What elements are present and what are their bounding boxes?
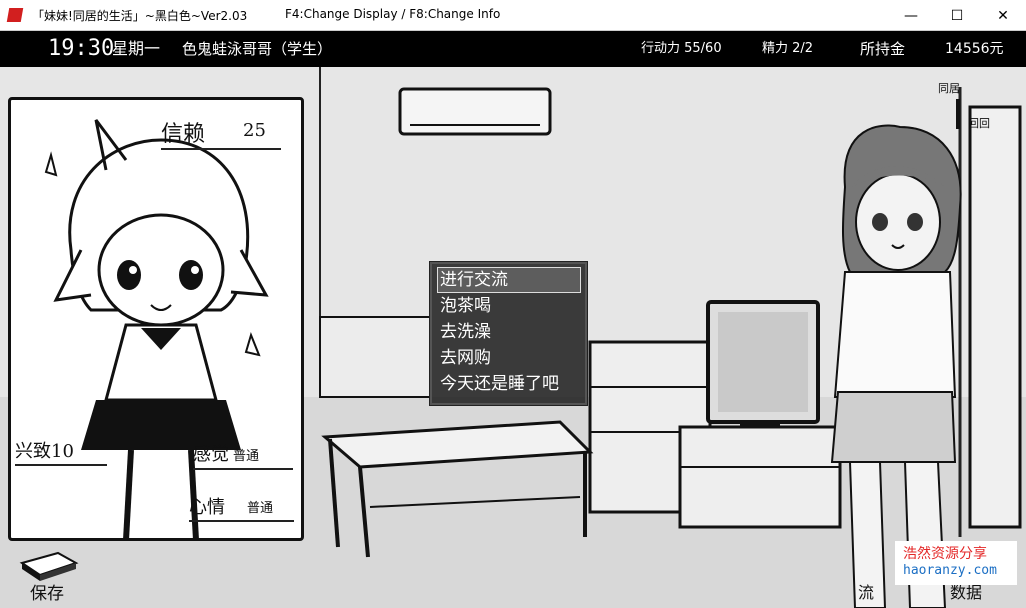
window-titlebar: 「妹妹!同居的生活」~黑白色~Ver2.03 F4:Change Display… [0, 0, 1026, 31]
time-display: 19:30 [48, 36, 115, 61]
cohabit-label: 同居 [938, 82, 960, 95]
menu-item-interact[interactable]: 进行交流 [437, 267, 581, 293]
game-scene[interactable]: 信赖 25 兴致10 感觉 普通 心情 普通 同居 回回 进行交流 泡茶喝 去洗… [0, 67, 1026, 608]
heroine-status-card: 信赖 25 兴致10 感觉 普通 心情 普通 [8, 97, 304, 541]
stamina: 精力 2/2 [762, 41, 814, 56]
minimize-button[interactable]: — [888, 0, 934, 31]
watermark-en: haoranzy.com [903, 563, 997, 578]
television [706, 300, 820, 432]
money-value: 14556元 [945, 41, 1004, 57]
mood-label: 心情 [189, 497, 225, 518]
mood-underline [189, 520, 294, 522]
trust-underline [161, 148, 281, 150]
app-icon [6, 8, 24, 22]
toggle-indicator[interactable]: 回回 [968, 115, 990, 131]
air-conditioner [398, 87, 552, 136]
save-label: 保存 [30, 584, 64, 604]
talk-button[interactable]: 流 [858, 579, 874, 603]
interest-stat: 兴致10 [15, 441, 74, 462]
sensation-label: 感觉 [193, 444, 229, 465]
status-bar: 19:30 星期一 色鬼蛙泳哥哥（学生） 行动力 55/60 精力 2/2 所持… [0, 31, 1026, 67]
close-button[interactable]: ✕ [980, 0, 1026, 31]
sensation-underline [193, 468, 293, 470]
player-name: 色鬼蛙泳哥哥（学生） [182, 40, 333, 58]
watermark-cn: 浩然资源分享 [903, 546, 987, 562]
interest-underline [15, 464, 107, 466]
book-icon [19, 551, 79, 581]
trust-label: 信赖 [161, 122, 206, 147]
weekday-display: 星期一 [112, 39, 161, 58]
mood-value: 普通 [247, 501, 274, 516]
money-label: 所持金 [860, 40, 906, 58]
menu-item-shopping[interactable]: 去网购 [438, 346, 580, 370]
sensation-value: 普通 [233, 449, 260, 464]
window-info: F4:Change Display / F8:Change Info [285, 7, 501, 21]
maximize-button[interactable]: ☐ [934, 0, 980, 31]
action-points: 行动力 55/60 [641, 41, 722, 56]
trust-value: 25 [243, 120, 266, 141]
watermark: 浩然资源分享 haoranzy.com [895, 541, 1017, 585]
save-button[interactable]: 保存 [18, 549, 80, 605]
menu-item-bath[interactable]: 去洗澡 [438, 320, 580, 344]
action-menu: 进行交流 泡茶喝 去洗澡 去网购 今天还是睡了吧 [430, 262, 587, 405]
window-title: 「妹妹!同居的生活」~黑白色~Ver2.03 [32, 9, 248, 23]
heroine-portrait [44, 119, 269, 538]
menu-item-tea[interactable]: 泡茶喝 [438, 294, 580, 318]
menu-item-sleep[interactable]: 今天还是睡了吧 [438, 372, 580, 396]
